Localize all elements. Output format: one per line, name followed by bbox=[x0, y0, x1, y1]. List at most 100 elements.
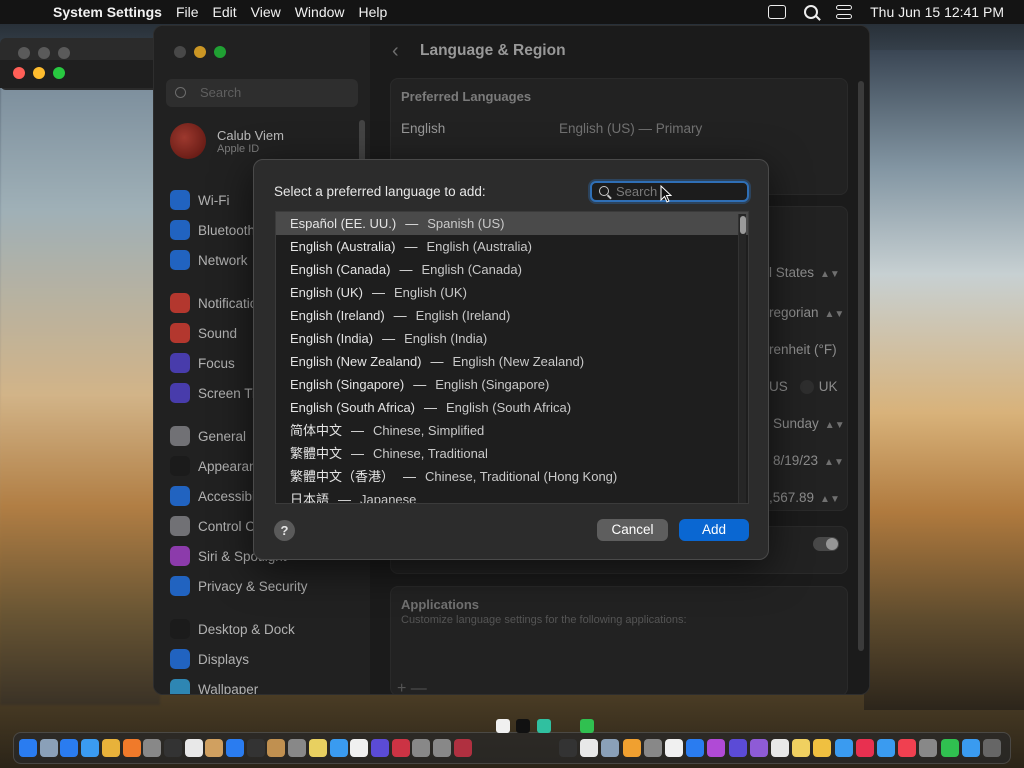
language-row[interactable]: 繁體中文 — Chinese, Traditional bbox=[276, 442, 748, 465]
menu-view[interactable]: View bbox=[251, 4, 281, 20]
language-list-scrollbar[interactable] bbox=[738, 214, 746, 503]
dock-app-icon[interactable] bbox=[643, 739, 662, 757]
messages-icon[interactable] bbox=[580, 719, 594, 733]
language-english-name: Chinese, Traditional (Hong Kong) bbox=[425, 469, 618, 484]
dock-app-icon[interactable] bbox=[350, 739, 369, 757]
language-native-name: English (Ireland) bbox=[290, 308, 385, 323]
dock-app-icon[interactable] bbox=[496, 719, 510, 733]
language-english-name: English (Canada) bbox=[421, 262, 522, 277]
close-button[interactable] bbox=[13, 67, 25, 79]
menu-help[interactable]: Help bbox=[359, 4, 388, 20]
dock-app-icon[interactable] bbox=[728, 739, 747, 757]
zoom-button[interactable] bbox=[53, 67, 65, 79]
dock-app-icon[interactable] bbox=[919, 739, 938, 757]
dock-app-icon[interactable] bbox=[898, 739, 917, 757]
dock-app-icon[interactable] bbox=[81, 739, 100, 757]
menu-bar: System Settings File Edit View Window He… bbox=[0, 0, 1024, 24]
language-english-name: Japanese bbox=[360, 492, 417, 504]
language-native-name: English (South Africa) bbox=[290, 400, 416, 415]
language-separator: — bbox=[351, 446, 365, 461]
dock-app-icon[interactable] bbox=[288, 739, 307, 757]
screen-mirroring-icon[interactable] bbox=[768, 5, 787, 19]
dock-app-icon[interactable] bbox=[855, 739, 874, 757]
language-row[interactable]: English (Australia) — English (Australia) bbox=[276, 235, 748, 258]
language-row[interactable]: English (Ireland) — English (Ireland) bbox=[276, 304, 748, 327]
dock-app-icon[interactable] bbox=[246, 739, 265, 757]
dock-app-icon[interactable] bbox=[163, 739, 182, 757]
dock-app-icon[interactable] bbox=[537, 719, 551, 733]
dock-app-icon[interactable] bbox=[580, 739, 599, 757]
language-separator: — bbox=[424, 400, 438, 415]
language-row[interactable]: English (South Africa) — English (South Af… bbox=[276, 396, 748, 419]
language-native-name: 繁體中文（香港） bbox=[290, 469, 395, 484]
spotlight-search-icon[interactable] bbox=[804, 5, 819, 19]
language-list[interactable]: Español (EE. UU.) — Spanish (US) English (A… bbox=[275, 211, 749, 504]
language-row[interactable]: English (New Zealand) — English (New Zeala… bbox=[276, 350, 748, 373]
language-english-name: English (South Africa) bbox=[446, 400, 572, 415]
dock-app-icon[interactable] bbox=[453, 739, 472, 757]
dock-app-icon[interactable] bbox=[707, 739, 726, 757]
language-row[interactable]: 简体中文 — Chinese, Simplified bbox=[276, 419, 748, 442]
dock-app-icon[interactable] bbox=[370, 739, 389, 757]
dock-app-icon[interactable] bbox=[601, 739, 620, 757]
language-row[interactable]: 繁體中文（香港） — Chinese, Traditional (Hong Kong… bbox=[276, 465, 748, 488]
language-row[interactable]: English (Canada) — English (Canada) bbox=[276, 258, 748, 281]
help-button[interactable]: ? bbox=[274, 520, 295, 541]
language-native-name: 日本語 bbox=[290, 492, 330, 504]
dock-app-icon[interactable] bbox=[834, 739, 853, 757]
minimize-button[interactable] bbox=[33, 67, 45, 79]
trash-icon[interactable] bbox=[983, 739, 1001, 757]
dock-app-icon[interactable] bbox=[665, 739, 683, 757]
background-window-2 bbox=[0, 60, 160, 88]
language-row[interactable]: English (India) — English (India) bbox=[276, 327, 748, 350]
dock-app-icon[interactable] bbox=[122, 739, 141, 757]
dock-app-icon[interactable] bbox=[813, 739, 832, 757]
dock-app-icon[interactable] bbox=[961, 739, 980, 757]
language-native-name: English (New Zealand) bbox=[290, 354, 422, 369]
dock-app-icon[interactable] bbox=[60, 739, 79, 757]
apple-tv-icon[interactable] bbox=[516, 719, 530, 733]
menu-edit[interactable]: Edit bbox=[213, 4, 237, 20]
dock-app-icon[interactable] bbox=[686, 739, 705, 757]
dock-app-icon[interactable] bbox=[771, 739, 789, 757]
language-row[interactable]: English (UK) — English (UK) bbox=[276, 281, 748, 304]
cancel-button[interactable]: Cancel bbox=[597, 519, 668, 541]
dock-app-icon[interactable] bbox=[412, 739, 431, 757]
dock-app-icon[interactable] bbox=[226, 739, 244, 757]
language-english-name: Spanish (US) bbox=[427, 216, 505, 231]
dock-app-icon[interactable] bbox=[622, 739, 641, 757]
control-centre-icon[interactable] bbox=[836, 5, 853, 19]
app-menu[interactable]: System Settings bbox=[53, 4, 162, 20]
language-row[interactable]: 日本語 — Japanese bbox=[276, 488, 748, 504]
language-row[interactable]: Español (EE. UU.) — Spanish (US) bbox=[276, 212, 748, 235]
add-language-sheet: Select a preferred language to add: Espa… bbox=[253, 159, 769, 560]
dock-app-icon[interactable] bbox=[308, 739, 327, 757]
dock-app-icon[interactable] bbox=[101, 739, 120, 757]
menu-file[interactable]: File bbox=[176, 4, 199, 20]
language-search-input[interactable] bbox=[616, 183, 741, 200]
dock-app-icon[interactable] bbox=[19, 739, 37, 757]
language-row[interactable]: English (Singapore) — English (Singapore) bbox=[276, 373, 748, 396]
dock-app-icon[interactable] bbox=[329, 739, 348, 757]
dock-app-icon[interactable] bbox=[940, 739, 959, 757]
menu-window[interactable]: Window bbox=[295, 4, 345, 20]
dock-app-icon[interactable] bbox=[792, 739, 811, 757]
dock-app-icon[interactable] bbox=[205, 739, 224, 757]
dock-app-icon[interactable] bbox=[433, 739, 451, 757]
wallpaper-right bbox=[864, 50, 1024, 710]
dock-app-icon[interactable] bbox=[267, 739, 286, 757]
language-list-scroll-thumb[interactable] bbox=[740, 216, 746, 234]
menu-bar-clock[interactable]: Thu Jun 15 12:41 PM bbox=[870, 4, 1004, 20]
dock-app-icon[interactable] bbox=[143, 739, 162, 757]
language-native-name: 繁體中文 bbox=[290, 446, 343, 461]
language-separator: — bbox=[403, 469, 417, 484]
dock-app-icon[interactable] bbox=[184, 739, 203, 757]
add-button[interactable]: Add bbox=[679, 519, 749, 541]
language-separator: — bbox=[413, 377, 427, 392]
language-separator: — bbox=[393, 308, 407, 323]
dock-app-icon[interactable] bbox=[749, 739, 768, 757]
dock-app-icon[interactable] bbox=[39, 739, 58, 757]
dock-app-icon[interactable] bbox=[391, 739, 410, 757]
dock-app-icon[interactable] bbox=[559, 739, 577, 757]
dock-app-icon[interactable] bbox=[877, 739, 895, 757]
